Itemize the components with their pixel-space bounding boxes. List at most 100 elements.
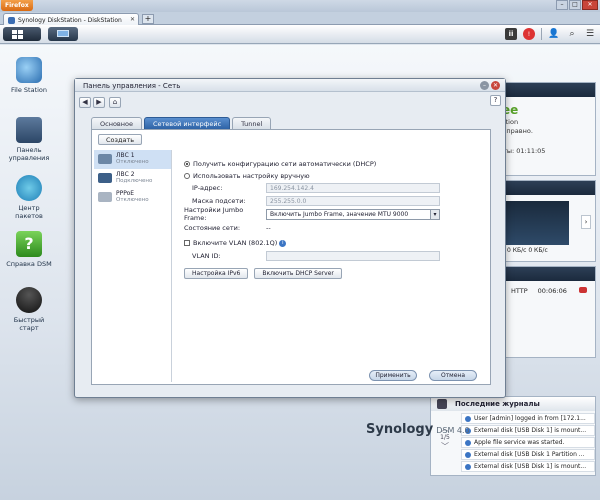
- interface-name: ЛВС 1: [116, 152, 135, 159]
- close-icon[interactable]: ✕: [491, 81, 500, 90]
- log-entry: External disk [USB Disk 1] is mount...: [461, 425, 595, 436]
- maximize-window-button[interactable]: □: [569, 0, 581, 10]
- window-title: Панель управления - Сеть: [75, 79, 505, 92]
- log-entry: External disk [USB Disk 1 Partition ...: [461, 449, 595, 460]
- interface-status: Отключено: [116, 159, 149, 165]
- window-nav: ◀ ▶ ⌂: [79, 95, 503, 109]
- log-entry: Apple file service was started.: [461, 437, 595, 448]
- widget-title: Последние журналы: [455, 400, 540, 408]
- ip-address-field[interactable]: 169.254.142.4: [266, 183, 440, 193]
- ipv6-settings-button[interactable]: Настройка IPv6: [184, 267, 249, 279]
- forward-arrow-icon[interactable]: ▶: [93, 96, 105, 108]
- info-icon: [465, 463, 471, 470]
- dhcp-option[interactable]: Получить конфигурацию сети автоматически…: [184, 158, 376, 169]
- subnet-mask-field[interactable]: 255.255.0.0: [266, 196, 440, 206]
- options-icon[interactable]: ☰: [584, 28, 596, 40]
- desktop-icon-label: Быстрый старт: [13, 316, 45, 332]
- new-tab-button[interactable]: +: [142, 14, 154, 24]
- info-icon[interactable]: i: [279, 239, 287, 247]
- jumbo-row: Настройки Jumbo Frame: Включить Jumbo Fr…: [184, 206, 440, 222]
- tab-network-interface[interactable]: Сетевой интерфейс: [143, 117, 231, 129]
- tab-general[interactable]: Основное: [91, 117, 142, 129]
- disconnect-icon[interactable]: [579, 287, 587, 293]
- log-text: External disk [USB Disk 1 Partition ...: [474, 451, 585, 458]
- log-entry: User [admin] logged in from [172.1...: [461, 413, 595, 424]
- taskbar-tray: ii ! 👤 ⌕ ☰: [505, 28, 596, 40]
- create-button[interactable]: Создать: [98, 134, 143, 145]
- ip-label: IP-адрес:: [192, 184, 223, 192]
- browser-tab[interactable]: Synology DiskStation - DiskStation ✕: [3, 13, 139, 25]
- vlan-id-field[interactable]: [266, 251, 440, 261]
- state-value: --: [266, 224, 271, 232]
- info-icon: [465, 415, 471, 422]
- vlan-label: Включите VLAN (802.1Q): [193, 239, 278, 247]
- connection-protocol: HTTP: [511, 287, 528, 295]
- jumbo-label: Настройки Jumbo Frame:: [184, 206, 244, 222]
- browser-tab-bar: Synology DiskStation - DiskStation ✕ +: [0, 12, 600, 25]
- settings-tabs: Основное Сетевой интерфейс Tunnel: [91, 117, 272, 129]
- close-tab-icon[interactable]: ✕: [130, 16, 135, 23]
- help-icon: ?: [16, 231, 42, 257]
- desktop-icon-quick-start[interactable]: Быстрый старт: [4, 287, 54, 332]
- firefox-menu-button[interactable]: Firefox: [1, 0, 33, 11]
- connection-row: HTTP 00:06:06: [511, 287, 567, 295]
- search-icon[interactable]: ⌕: [566, 28, 578, 40]
- vlan-row: Включите VLAN (802.1Q) i: [184, 238, 287, 248]
- home-icon[interactable]: ⌂: [109, 96, 121, 108]
- mask-row: Маска подсети: 255.255.0.0: [184, 196, 440, 206]
- notifications-icon[interactable]: ii: [505, 28, 517, 40]
- alert-icon[interactable]: !: [523, 28, 535, 40]
- close-window-button[interactable]: ✕: [582, 0, 598, 10]
- desktop-icon-label: Панель управления: [8, 146, 50, 162]
- back-arrow-icon[interactable]: ◀: [79, 96, 91, 108]
- jumbo-value: Включить Jumbo Frame, значение MTU 9000: [270, 210, 409, 218]
- desktop-icon-package-center[interactable]: Центр пакетов: [4, 175, 54, 220]
- minimize-window-button[interactable]: –: [556, 0, 568, 10]
- control-panel-icon: [16, 117, 42, 143]
- minimize-icon[interactable]: –: [480, 81, 489, 90]
- next-chevron-icon[interactable]: ›: [581, 215, 591, 229]
- window-controls: – □ ✕: [556, 0, 598, 10]
- log-text: External disk [USB Disk 1] is mount...: [474, 463, 587, 470]
- widget-header: Последние журналы: [431, 397, 595, 411]
- cancel-button[interactable]: Отмена: [429, 370, 477, 381]
- desktop-icon-control-panel[interactable]: Панель управления: [4, 117, 54, 162]
- jumbo-frame-select[interactable]: Включить Jumbo Frame, значение MTU 9000 …: [266, 208, 440, 220]
- enable-dhcp-server-button[interactable]: Включить DHCP Server: [254, 267, 342, 279]
- manual-option[interactable]: Использовать настройку вручную: [184, 170, 310, 181]
- manual-label: Использовать настройку вручную: [193, 171, 310, 180]
- desktop-icon-label: Справка DSM: [6, 260, 52, 268]
- chevron-down-icon: ▾: [430, 209, 439, 219]
- network-rates: 0 КБ/с 0 КБ/с: [507, 247, 548, 254]
- browser-tab-title: Synology DiskStation - DiskStation: [18, 17, 122, 24]
- show-desktop-button[interactable]: [3, 27, 41, 41]
- taskbar-control-panel-button[interactable]: [48, 27, 78, 41]
- manual-radio[interactable]: [184, 172, 190, 179]
- interface-item-lan2[interactable]: ЛВС 2 Подключено: [94, 169, 171, 188]
- desktop-icon-file-station[interactable]: File Station: [4, 57, 54, 94]
- tray-divider: [541, 28, 542, 40]
- chevron-down-icon[interactable]: ﹀: [435, 441, 455, 452]
- interface-status: Подключено: [116, 178, 153, 184]
- desktop-icon-label: Центр пакетов: [15, 204, 43, 220]
- connection-time: 00:06:06: [537, 287, 567, 295]
- logs-icon: [437, 399, 447, 409]
- mask-label: Маска подсети:: [192, 197, 246, 205]
- interface-item-lan1[interactable]: ЛВС 1 Отключено: [94, 150, 171, 169]
- desktop-icon-dsm-help[interactable]: ? Справка DSM: [4, 231, 54, 268]
- action-buttons: Настройка IPv6 Включить DHCP Server: [184, 267, 342, 279]
- browser-titlebar: Firefox – □ ✕: [0, 0, 600, 12]
- ip-row: IP-адрес: 169.254.142.4: [184, 183, 440, 193]
- help-button[interactable]: ?: [490, 95, 501, 106]
- dhcp-radio[interactable]: [184, 160, 190, 167]
- state-label: Состояние сети:: [184, 224, 241, 232]
- dhcp-label: Получить конфигурацию сети автоматически…: [193, 159, 377, 168]
- file-station-icon: [16, 57, 42, 83]
- log-entry: External disk [USB Disk 1] is mount...: [461, 461, 595, 472]
- user-icon[interactable]: 👤: [548, 28, 560, 40]
- control-panel-window: Панель управления - Сеть – ✕ ◀ ▶ ⌂ ? Осн…: [74, 78, 506, 398]
- interface-item-pppoe[interactable]: PPPoE Отключено: [94, 188, 171, 207]
- tab-tunnel[interactable]: Tunnel: [232, 117, 272, 129]
- vlan-checkbox[interactable]: [184, 240, 190, 246]
- apply-button[interactable]: Применить: [369, 370, 417, 381]
